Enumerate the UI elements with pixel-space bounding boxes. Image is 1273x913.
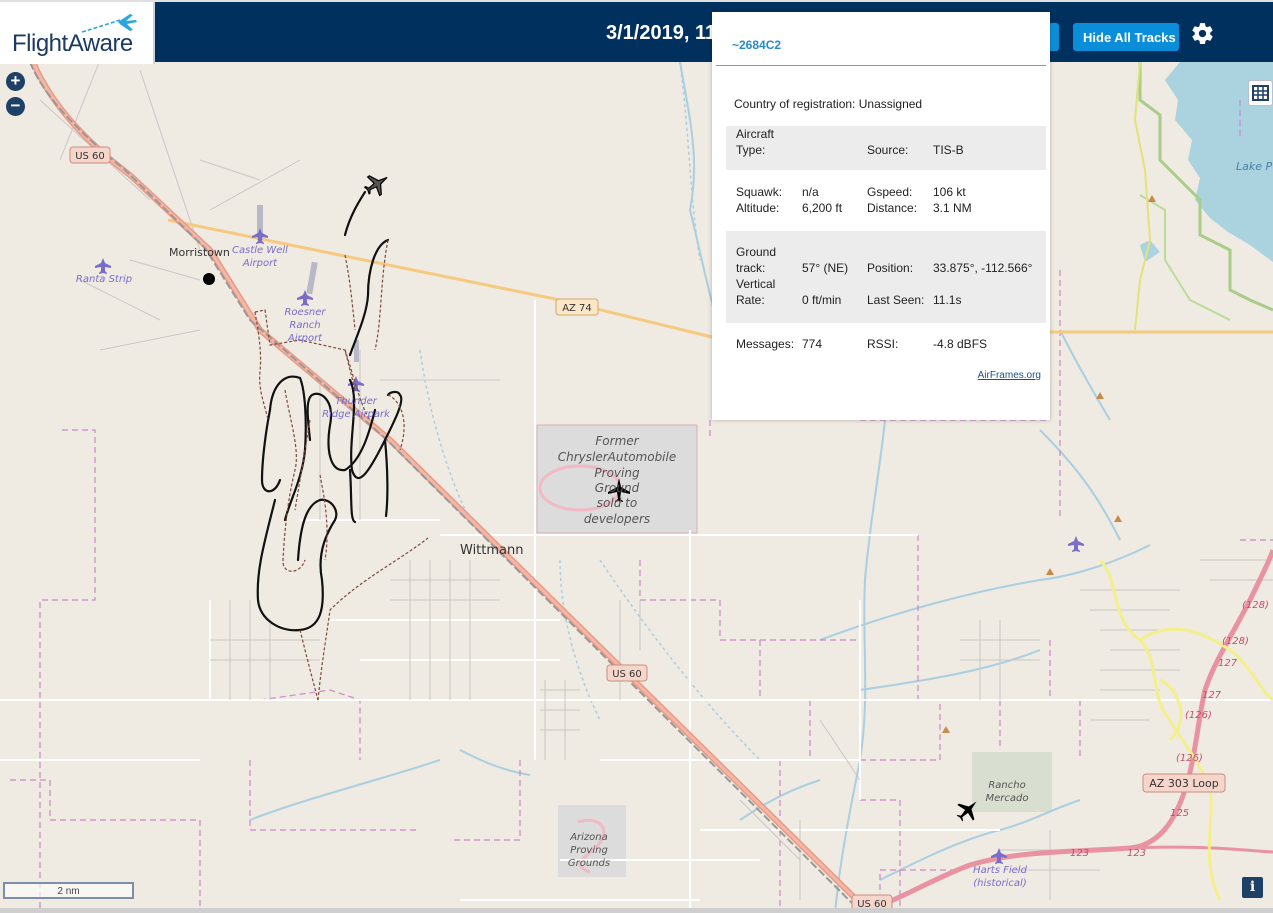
- ground-track-value: 57° (NE): [802, 261, 849, 275]
- label-roesner-3: Airport: [287, 333, 323, 344]
- label-harts-1: Harts Field: [973, 865, 1028, 876]
- flight-tracking-app: US 60 AZ 74 US 60 US 60 AZ 303 Loop Morr…: [0, 0, 1273, 913]
- source-value: TIS-B: [933, 143, 964, 157]
- ground-track-label-2: track:: [736, 261, 766, 275]
- label-r125: 125: [1170, 808, 1189, 819]
- row-type-source: Aircraft Type: Source: TIS-B: [726, 126, 1046, 170]
- label-chrysler-2: ChryslerAutomobile: [558, 450, 676, 464]
- label-roesner-1: Roesner: [284, 307, 326, 318]
- scale-label: 2 nm: [57, 886, 80, 897]
- messages-label: Messages:: [736, 337, 795, 351]
- map-canvas[interactable]: US 60 AZ 74 US 60 US 60 AZ 303 Loop Morr…: [0, 0, 1273, 913]
- zoom-out-button[interactable]: −: [6, 97, 25, 116]
- position-label: Position:: [867, 261, 914, 275]
- label-r128a: (128): [1242, 600, 1269, 611]
- hide-all-tracks-button[interactable]: Hide All Tracks: [1073, 23, 1179, 51]
- grid-icon: [1252, 85, 1269, 101]
- origin-marker: [203, 273, 215, 285]
- shield-az74: AZ 74: [555, 298, 599, 316]
- registration-value: Unassigned: [858, 97, 923, 111]
- vertical-rate-value: 0 ft/min: [802, 293, 842, 307]
- shield-us60-b-label: US 60: [612, 669, 642, 680]
- label-r126a: (126): [1185, 710, 1212, 721]
- messages-value: 774: [802, 337, 823, 351]
- map-scale-bar: 2 nm: [3, 882, 134, 899]
- label-chrysler-1: Former: [595, 434, 639, 448]
- label-wittmann: Wittmann: [460, 543, 523, 558]
- shield-us60-a-label: US 60: [75, 151, 105, 162]
- gear-icon[interactable]: [1190, 21, 1215, 46]
- label-az-proving-3: Grounds: [568, 858, 610, 869]
- squawk-label: Squawk:: [736, 185, 783, 199]
- label-r123a: 123: [1070, 848, 1089, 859]
- label-r128b: (128): [1222, 636, 1249, 647]
- position-value: 33.875°, -112.566°: [933, 261, 1033, 275]
- flightaware-logo[interactable]: FlightAware: [0, 2, 155, 64]
- aircraft-type-label-1: Aircraft: [736, 127, 775, 141]
- label-az-proving-2: Proving: [570, 845, 608, 856]
- altitude-label: Altitude:: [736, 201, 780, 215]
- label-harts-2: (historical): [973, 878, 1026, 889]
- gspeed-label: Gspeed:: [867, 185, 913, 199]
- registration-row: Country of registration: Unassigned: [734, 97, 922, 111]
- vertical-rate-label-1: Vertical: [736, 277, 776, 291]
- label-chrysler-5: sold to: [597, 496, 637, 510]
- label-az-proving-1: Arizona: [569, 832, 608, 843]
- distance-label: Distance:: [867, 201, 918, 215]
- timestamp: 3/1/2019, 11: [606, 22, 717, 44]
- row-track-position: Ground track: 57° (NE) Position: 33.875°…: [726, 231, 1046, 323]
- last-seen-label: Last Seen:: [867, 293, 925, 307]
- label-r127a: 127: [1218, 658, 1238, 669]
- label-r123b: 123: [1127, 848, 1146, 859]
- logo-text: FlightAware: [12, 30, 133, 57]
- altitude-value: 6,200 ft: [802, 201, 843, 215]
- label-morristown: Morristown: [169, 246, 230, 259]
- label-chrysler-3: Proving: [594, 466, 640, 480]
- label-chrysler-4: Ground: [595, 481, 640, 495]
- airframes-link[interactable]: AirFrames.org: [978, 370, 1041, 381]
- shield-az303-label: AZ 303 Loop: [1149, 777, 1218, 790]
- shield-us60-a: US 60: [69, 146, 111, 164]
- bottom-scrollbar[interactable]: [0, 908, 1273, 913]
- label-chrysler-6: developers: [584, 512, 650, 526]
- label-castle-well-1: Castle Well: [232, 245, 288, 256]
- rssi-label: RSSI:: [867, 337, 899, 351]
- label-ranta: Ranta Strip: [76, 274, 132, 285]
- label-castle-well-2: Airport: [242, 258, 278, 269]
- row-messages-rssi: Messages: 774 RSSI: -4.8 dBFS: [726, 336, 1046, 356]
- info-button[interactable]: i: [1242, 877, 1263, 898]
- label-lake: Lake P: [1236, 160, 1273, 173]
- aircraft-type-label-2: Type:: [736, 143, 766, 157]
- source-label: Source:: [867, 143, 909, 157]
- label-r127b: 127: [1202, 690, 1222, 701]
- label-thunder-1: Thunder: [335, 396, 378, 407]
- squawk-value: n/a: [802, 185, 819, 199]
- aircraft-id-link[interactable]: ~2684C2: [732, 38, 781, 52]
- aircraft-info-popup: ~2684C2 Country of registration: Unassig…: [712, 12, 1050, 420]
- ground-track-label-1: Ground: [736, 245, 777, 259]
- shield-az74-label: AZ 74: [562, 303, 592, 314]
- row-squawk-altitude: Squawk: n/a Gspeed: 106 kt Altitude: 6,2…: [726, 184, 1046, 220]
- label-r126b: (126): [1176, 753, 1203, 764]
- label-rancho-1: Rancho: [988, 780, 1025, 791]
- top-header: FlightAware 3/1/2019, 11 Hide All Tracks: [0, 0, 1273, 64]
- layers-button[interactable]: [1248, 80, 1273, 106]
- popup-divider: [716, 65, 1046, 66]
- distance-value: 3.1 NM: [933, 201, 972, 215]
- label-thunder-2: Ridge Airpark: [322, 409, 391, 420]
- vertical-rate-label-2: Rate:: [736, 293, 765, 307]
- zoom-in-button[interactable]: +: [6, 72, 25, 91]
- last-seen-value: 11.1s: [933, 293, 962, 307]
- gspeed-value: 106 kt: [933, 185, 966, 199]
- shield-az303: AZ 303 Loop: [1142, 773, 1226, 793]
- shield-us60-b: US 60: [606, 664, 648, 682]
- label-rancho-2: Mercado: [986, 793, 1029, 804]
- registration-label: Country of registration:: [734, 97, 856, 111]
- rssi-value: -4.8 dBFS: [933, 337, 988, 351]
- label-roesner-2: Ranch: [289, 320, 320, 331]
